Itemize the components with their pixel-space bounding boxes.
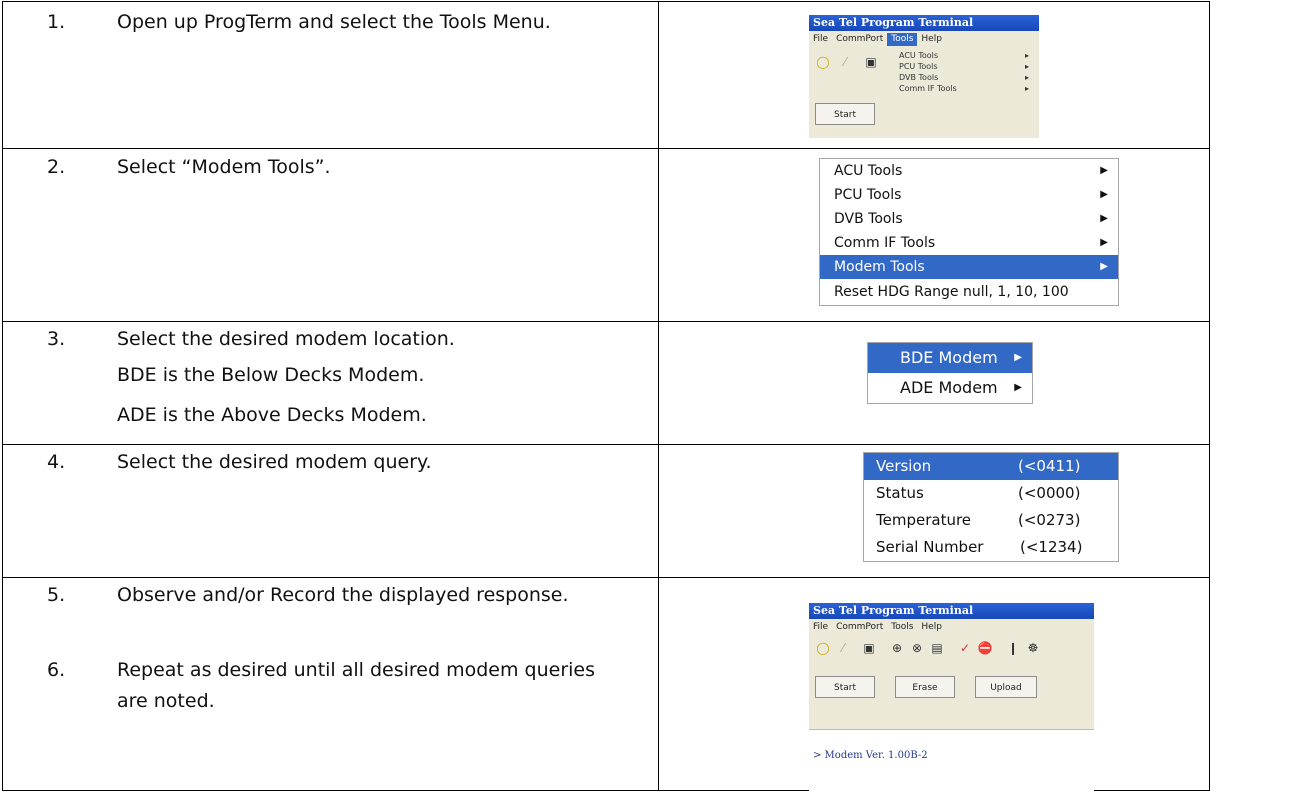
step-text: Open up ProgTerm and select the Tools Me… [117, 11, 551, 33]
menu-tools[interactable]: Tools [887, 621, 917, 634]
menu-file[interactable]: File [809, 33, 832, 46]
step-image-cell: Sea Tel Program Terminal File CommPort Too… [659, 578, 1209, 792]
erase-button[interactable]: Erase [895, 676, 955, 698]
menu-item-comm-if-tools[interactable]: Comm IF Tools ▶ [820, 231, 1118, 255]
step-text: Select “Modem Tools”. [117, 156, 331, 178]
step-text-cell: 1. Open up ProgTerm and select the Tools… [3, 2, 659, 148]
step-number: 5. [47, 584, 66, 606]
settings-icon[interactable]: ▣ [859, 639, 879, 657]
disconnect-icon[interactable]: ⁄ [833, 639, 853, 657]
step-text-cell: 5. Observe and/or Record the displayed r… [3, 578, 659, 790]
check-icon[interactable]: ✓ [955, 639, 975, 657]
settings-icon[interactable]: ▣ [861, 53, 881, 71]
step-number: 4. [47, 451, 66, 473]
dial-icon[interactable]: ⊕ [887, 639, 907, 657]
step-row-1: 1. Open up ProgTerm and select the Tools… [2, 1, 1210, 148]
step-image-cell: ACU Tools ▶ PCU Tools ▶ DVB Tools ▶ Comm IF… [659, 149, 1209, 321]
menu-commport[interactable]: CommPort [832, 621, 887, 634]
progterm-response-screenshot: Sea Tel Program Terminal File CommPort Too… [809, 603, 1094, 792]
menu-help[interactable]: Help [917, 621, 946, 634]
menu-tools[interactable]: Tools [887, 33, 918, 46]
upload-button[interactable]: Upload [975, 676, 1037, 698]
info-icon[interactable]: ❙ [1003, 639, 1023, 657]
tools-dropdown: ACU Tools PCU Tools DVB Tools Comm IF To… [893, 48, 1033, 138]
step-row-5: 5. Observe and/or Record the displayed r… [2, 577, 1210, 792]
menu-item-pcu[interactable]: PCU Tools [893, 61, 1033, 72]
step-number: 6. [47, 659, 66, 681]
disconnect-icon[interactable]: ⁄ [835, 53, 855, 71]
window-title: Sea Tel Program Terminal [809, 15, 1039, 31]
step-3-note-ade: ADE is the Above Decks Modem. [117, 404, 427, 426]
step-image-cell: Sea Tel Program Terminal File CommPort Too… [659, 2, 1209, 148]
menu-item-dvb[interactable]: DVB Tools [893, 72, 1033, 83]
menu-item-version[interactable]: Version (<0411) [864, 453, 1118, 480]
tools-submenu-screenshot: ACU Tools ▶ PCU Tools ▶ DVB Tools ▶ Comm IF… [819, 158, 1119, 306]
modem-query-submenu-screenshot: Version (<0411) Status (<0000) Temperature… [863, 452, 1119, 562]
step-text-cell: 2. Select “Modem Tools”. [3, 149, 659, 321]
step-text-cell: 3. Select the desired modem location. BD… [3, 322, 659, 444]
start-button[interactable]: Start [815, 676, 875, 698]
step-text: Repeat as desired until all desired mode… [117, 659, 595, 712]
menu-item-acu-tools[interactable]: ACU Tools ▶ [820, 159, 1118, 183]
menu-item-modem-tools[interactable]: Modem Tools ▶ [820, 255, 1118, 279]
step-row-3: 3. Select the desired modem location. BD… [2, 321, 1210, 444]
menu-bar: File CommPort Tools Help [809, 621, 1094, 634]
output-text: > Modem Ver. 1.00B-2 [813, 750, 928, 761]
menu-commport[interactable]: CommPort [832, 33, 887, 46]
step-image-cell: Version (<0411) Status (<0000) Temperature… [659, 445, 1209, 577]
stop-icon[interactable]: ⛔ [975, 639, 995, 657]
dial-alt-icon[interactable]: ⊗ [907, 639, 927, 657]
connect-icon[interactable]: ◯ [813, 639, 833, 657]
connect-icon[interactable]: ◯ [813, 53, 833, 71]
modem-location-submenu-screenshot: BDE Modem ▶ ADE Modem ▶ [867, 342, 1033, 404]
progterm-window-screenshot: Sea Tel Program Terminal File CommPort Too… [809, 15, 1039, 138]
step-text: Select the desired modem location. [117, 328, 455, 350]
step-number: 1. [47, 11, 66, 33]
menu-item-dvb-tools[interactable]: DVB Tools ▶ [820, 207, 1118, 231]
step-text: Select the desired modem query. [117, 451, 432, 473]
step-row-4: 4. Select the desired modem query. Versi… [2, 444, 1210, 577]
menu-item-temperature[interactable]: Temperature (<0273) [864, 507, 1118, 534]
menu-help[interactable]: Help [917, 33, 946, 46]
menu-file[interactable]: File [809, 621, 832, 634]
menu-item-pcu-tools[interactable]: PCU Tools ▶ [820, 183, 1118, 207]
menu-item-status[interactable]: Status (<0000) [864, 480, 1118, 507]
step-text: Observe and/or Record the displayed resp… [117, 584, 569, 606]
menu-item-bde-modem[interactable]: BDE Modem ▶ [868, 343, 1032, 373]
window-title: Sea Tel Program Terminal [809, 603, 1094, 619]
menu-bar: File CommPort Tools Help [809, 33, 1039, 46]
step-3-note-bde: BDE is the Below Decks Modem. [117, 364, 425, 386]
step-row-2: 2. Select “Modem Tools”. ACU Tools ▶ PCU … [2, 148, 1210, 321]
step-number: 3. [47, 328, 66, 350]
output-area: > Modem Ver. 1.00B-2 [809, 729, 1094, 792]
save-icon[interactable]: ▤ [927, 639, 947, 657]
menu-item-reset-hdg-range[interactable]: Reset HDG Range null, 1, 10, 100 [820, 279, 1118, 305]
menu-item-ade-modem[interactable]: ADE Modem ▶ [868, 373, 1032, 403]
menu-item-acu[interactable]: ACU Tools [893, 50, 1033, 61]
instructions-table: 1. Open up ProgTerm and select the Tools… [2, 1, 1210, 792]
menu-item-serial-number[interactable]: Serial Number (<1234) [864, 534, 1118, 561]
start-button[interactable]: Start [815, 103, 875, 125]
step-image-cell: BDE Modem ▶ ADE Modem ▶ [659, 322, 1209, 444]
step-number: 2. [47, 156, 66, 178]
step-text-cell: 4. Select the desired modem query. [3, 445, 659, 577]
menu-item-comm-if[interactable]: Comm IF Tools [893, 83, 1033, 94]
help-icon[interactable]: ☸ [1023, 639, 1043, 657]
